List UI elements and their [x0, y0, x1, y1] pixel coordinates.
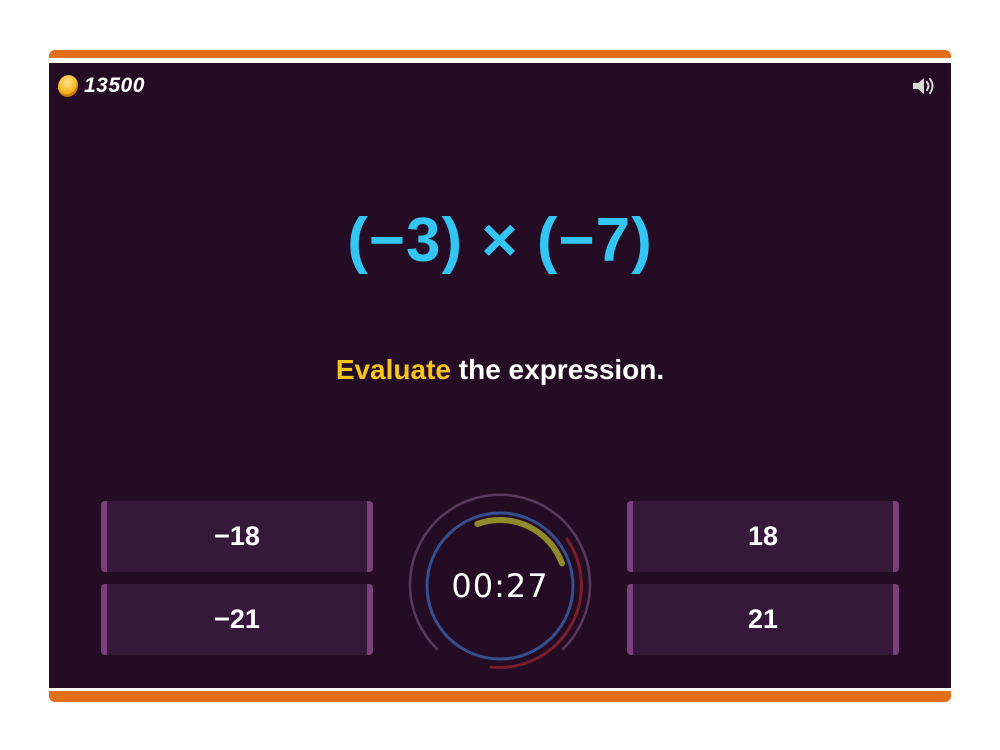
answer-button-3[interactable]: −21 — [101, 584, 373, 655]
instruction-highlight: Evaluate — [335, 354, 451, 385]
frame-bottom-bar — [49, 688, 951, 702]
timer-separator: : — [494, 567, 506, 605]
answer-button-4[interactable]: 21 — [627, 584, 899, 655]
timer-minutes: 00 — [451, 567, 495, 605]
timer-readout: 00 : 27 — [403, 489, 597, 683]
answer-button-1[interactable]: −18 — [101, 501, 373, 572]
question-instruction: Evaluate the expression. — [49, 353, 951, 387]
coin-icon — [54, 72, 82, 100]
score-value: 13500 — [84, 74, 145, 97]
instruction-text: the expression. — [450, 354, 665, 385]
timer-seconds: 27 — [505, 567, 549, 605]
score-display: 13500 — [54, 72, 145, 100]
game-stage: 13500 (−3) × (−7) Evaluate the expressio… — [49, 63, 951, 688]
answer-button-2[interactable]: 18 — [627, 501, 899, 572]
countdown-timer: 00 : 27 — [403, 489, 597, 683]
game-frame: 13500 (−3) × (−7) Evaluate the expressio… — [49, 50, 951, 702]
frame-top-bar — [49, 50, 951, 61]
math-expression: (−3) × (−7) — [347, 206, 653, 275]
speaker-icon[interactable] — [911, 75, 939, 97]
